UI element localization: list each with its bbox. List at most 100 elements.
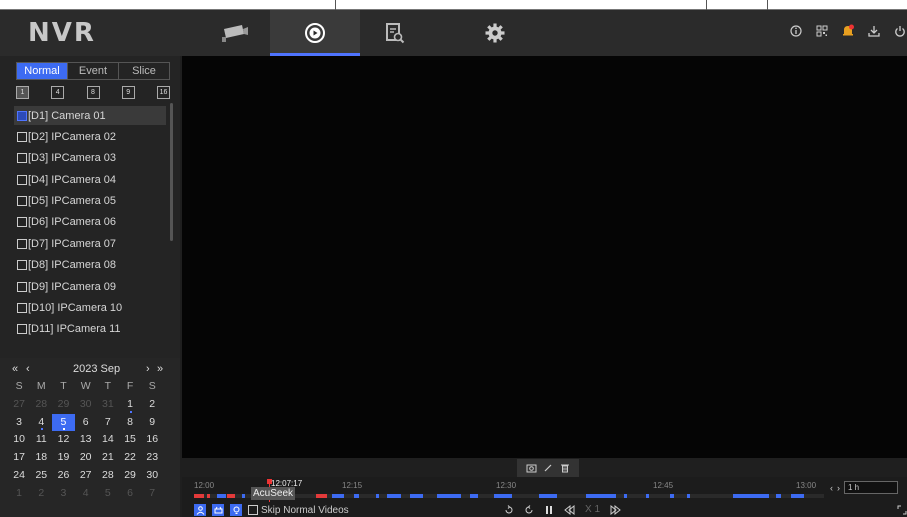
calendar-day[interactable]: 18: [30, 449, 52, 467]
camera-item[interactable]: [D8] IPCamera 08: [14, 256, 166, 275]
clip-icon[interactable]: [543, 463, 553, 473]
calendar-day[interactable]: 30: [141, 467, 163, 485]
camera-item[interactable]: [D3] IPCamera 03: [14, 149, 166, 168]
camera-item[interactable]: [D6] IPCamera 06: [14, 213, 166, 232]
slow-down-icon[interactable]: [564, 504, 575, 515]
calendar-day[interactable]: 11: [30, 431, 52, 449]
prev-year-button[interactable]: «: [12, 363, 18, 375]
camera-item[interactable]: [D4] IPCamera 04: [14, 170, 166, 189]
video-viewer[interactable]: [182, 56, 907, 458]
calendar-day[interactable]: 17: [8, 449, 30, 467]
calendar-day[interactable]: 6: [119, 485, 141, 503]
tab-live-view[interactable]: [190, 10, 280, 56]
calendar-day[interactable]: 19: [52, 449, 74, 467]
download-icon[interactable]: [866, 23, 881, 38]
calendar-day[interactable]: 29: [52, 396, 74, 414]
alarm-bell-icon[interactable]: [840, 23, 855, 38]
calendar-day[interactable]: 28: [30, 396, 52, 414]
delete-icon[interactable]: [560, 463, 570, 473]
calendar-day[interactable]: 3: [52, 485, 74, 503]
person-filter-button[interactable]: [194, 504, 206, 516]
calendar-day[interactable]: 27: [75, 467, 97, 485]
calendar-day[interactable]: 14: [97, 431, 119, 449]
calendar-day[interactable]: 16: [141, 431, 163, 449]
calendar-day[interactable]: 21: [97, 449, 119, 467]
rewind-30s-icon[interactable]: [504, 504, 514, 515]
calendar-day[interactable]: 28: [97, 467, 119, 485]
calendar-day[interactable]: 29: [119, 467, 141, 485]
power-icon[interactable]: [892, 23, 907, 38]
zoom-select[interactable]: 1 h: [844, 481, 898, 494]
calendar-day[interactable]: 12: [52, 431, 74, 449]
chevron-left-icon[interactable]: ‹: [830, 483, 833, 493]
checkbox[interactable]: [17, 324, 27, 335]
calendar-day[interactable]: 2: [141, 396, 163, 414]
split-16-button[interactable]: 16: [157, 86, 170, 99]
qr-code-icon[interactable]: [814, 23, 829, 38]
split-8-button[interactable]: 8: [86, 86, 100, 99]
calendar-day[interactable]: 27: [8, 396, 30, 414]
split-1-button[interactable]: 1: [16, 86, 29, 99]
camera-item[interactable]: [D7] IPCamera 07: [14, 234, 166, 253]
calendar-day[interactable]: 24: [8, 467, 30, 485]
calendar-day[interactable]: 23: [141, 449, 163, 467]
calendar-day[interactable]: 5: [52, 413, 75, 432]
calendar-day[interactable]: 1: [119, 396, 141, 414]
checkbox[interactable]: [17, 238, 27, 249]
calendar-day[interactable]: 9: [141, 414, 163, 432]
camera-item[interactable]: [D2] IPCamera 02: [14, 127, 166, 146]
tab-slice[interactable]: Slice: [119, 63, 169, 79]
split-9-button[interactable]: 9: [121, 86, 135, 99]
prev-month-button[interactable]: ‹: [26, 363, 30, 375]
calendar-day[interactable]: 15: [119, 431, 141, 449]
camera-list-scrollbar[interactable]: [170, 103, 173, 241]
calendar-day[interactable]: 4: [30, 414, 52, 432]
calendar-day[interactable]: 22: [119, 449, 141, 467]
checkbox[interactable]: [17, 153, 27, 164]
calendar-day[interactable]: 31: [97, 396, 119, 414]
camera-item[interactable]: [D5] IPCamera 05: [14, 192, 166, 211]
checkbox[interactable]: [17, 174, 27, 185]
pause-icon[interactable]: [544, 505, 554, 515]
tab-search[interactable]: [350, 10, 440, 56]
calendar-day[interactable]: 20: [75, 449, 97, 467]
fullscreen-icon[interactable]: [897, 505, 907, 515]
info-icon[interactable]: [788, 23, 803, 38]
checkbox[interactable]: [17, 281, 27, 292]
checkbox[interactable]: [248, 505, 258, 515]
split-4-button[interactable]: 4: [51, 86, 65, 99]
calendar-day[interactable]: 30: [75, 396, 97, 414]
tab-normal[interactable]: Normal: [17, 63, 68, 79]
calendar-day[interactable]: 8: [119, 414, 141, 432]
forward-30s-icon[interactable]: [524, 504, 534, 515]
calendar-day[interactable]: 7: [97, 414, 119, 432]
camera-item[interactable]: [D10] IPCamera 10: [14, 299, 166, 318]
vehicle-filter-button[interactable]: [212, 504, 224, 516]
camera-item[interactable]: [D9] IPCamera 09: [14, 277, 166, 296]
calendar-day[interactable]: 13: [75, 431, 97, 449]
calendar-day[interactable]: 5: [97, 485, 119, 503]
calendar-day[interactable]: 7: [141, 485, 163, 503]
checkbox[interactable]: [17, 217, 27, 228]
speed-up-icon[interactable]: [610, 504, 621, 515]
motion-filter-button[interactable]: [230, 504, 242, 516]
chevron-right-icon[interactable]: ›: [837, 483, 840, 493]
calendar-day[interactable]: 26: [52, 467, 74, 485]
next-month-button[interactable]: ›: [146, 363, 150, 375]
checkbox[interactable]: [17, 110, 27, 121]
next-year-button[interactable]: »: [157, 363, 163, 375]
calendar-day[interactable]: 10: [8, 431, 30, 449]
calendar-day[interactable]: 1: [8, 485, 30, 503]
calendar-day[interactable]: 2: [30, 485, 52, 503]
checkbox[interactable]: [17, 303, 27, 314]
tab-event[interactable]: Event: [68, 63, 119, 79]
tab-playback[interactable]: [270, 10, 360, 56]
skip-normal-videos[interactable]: Skip Normal Videos: [248, 505, 349, 516]
calendar-day[interactable]: 4: [75, 485, 97, 503]
calendar-day[interactable]: 3: [8, 414, 30, 432]
checkbox[interactable]: [17, 260, 27, 271]
checkbox[interactable]: [17, 131, 27, 142]
snapshot-icon[interactable]: [526, 463, 537, 473]
calendar-day[interactable]: 25: [30, 467, 52, 485]
tab-settings[interactable]: [450, 10, 540, 56]
